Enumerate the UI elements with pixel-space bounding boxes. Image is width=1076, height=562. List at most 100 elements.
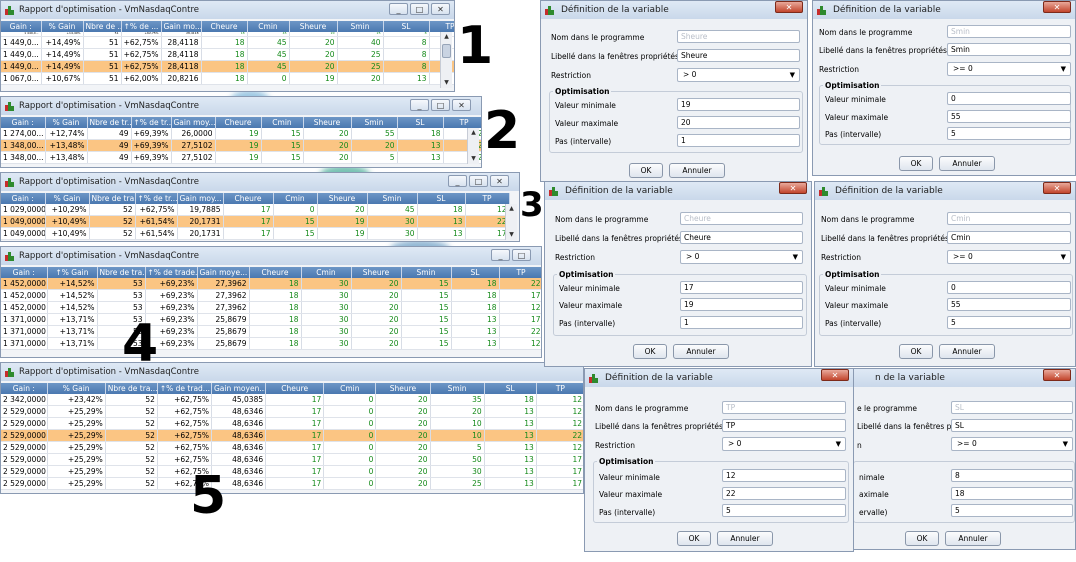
table-row[interactable]: 1 452,0000 +14,52% 53 +69,23% 27,3962 18 30 20 1… bbox=[1, 301, 541, 314]
step-field[interactable]: 5 bbox=[947, 316, 1071, 329]
column-header[interactable]: ↑% de ... bbox=[121, 21, 162, 32]
column-header[interactable]: Cheure bbox=[265, 383, 325, 394]
scroll-down-icon[interactable]: ▼ bbox=[506, 230, 517, 240]
name-field[interactable]: Cmin bbox=[947, 212, 1071, 225]
column-header[interactable]: Gain : bbox=[1, 267, 48, 278]
name-field[interactable]: Smin bbox=[947, 25, 1071, 38]
column-header[interactable]: TP bbox=[443, 117, 481, 128]
table-row[interactable]: 2 529,0000 +25,29% 52 +62,75% 48,6346 17 0 20 10… bbox=[1, 429, 583, 442]
ok-button[interactable]: OK bbox=[629, 163, 663, 178]
close-button[interactable]: ✕ bbox=[821, 369, 849, 381]
scroll-down-icon[interactable]: ▼ bbox=[441, 78, 452, 88]
restriction-select[interactable]: >= 0 ▼ bbox=[947, 250, 1071, 264]
step-field[interactable]: 5 bbox=[947, 127, 1071, 140]
column-header[interactable]: Gain mo... bbox=[161, 21, 202, 32]
column-header[interactable]: ↑% de trad... bbox=[157, 383, 213, 394]
vertical-scrollbar[interactable]: ▲ ▼ bbox=[440, 32, 452, 88]
column-header[interactable]: Gain moye... bbox=[197, 267, 250, 278]
table-row[interactable]: 2 342,0000 +23,42% 52 +62,75% 45,0385 17 0 20 35… bbox=[1, 394, 583, 406]
table-row[interactable]: 1 348,00... +13,48% 49 +69,39% 27,5102 19 15 20… bbox=[1, 151, 481, 164]
column-header[interactable]: TP bbox=[536, 383, 583, 394]
column-header[interactable]: Nbre de tra... bbox=[89, 193, 136, 204]
table-row[interactable]: 1 348,00... +13,48% 49 +69,39% 27,5102 19 15 20… bbox=[1, 139, 481, 152]
column-header[interactable]: % Gain bbox=[45, 193, 90, 204]
maximize-button[interactable]: □ bbox=[431, 99, 450, 111]
column-header[interactable]: % Gain bbox=[45, 117, 88, 128]
scroll-up-icon[interactable]: ▲ bbox=[506, 204, 517, 214]
column-header[interactable]: Nbre de tra... bbox=[105, 383, 158, 394]
minimize-button[interactable]: _ bbox=[410, 99, 429, 111]
min-field[interactable]: 12 bbox=[722, 469, 846, 482]
column-header[interactable]: Smin bbox=[351, 117, 398, 128]
min-field[interactable]: 0 bbox=[947, 281, 1071, 294]
name-field[interactable]: TP bbox=[722, 401, 846, 414]
column-header[interactable]: SL bbox=[484, 383, 537, 394]
restriction-select[interactable]: >= 0 ▼ bbox=[951, 437, 1073, 451]
close-button[interactable]: ✕ bbox=[452, 99, 471, 111]
table-row[interactable]: 1 449,0... +14,49% 51 +62,75% 28,4118 18 45 20 2… bbox=[1, 60, 454, 73]
table-row[interactable]: 1 371,0000 +13,71% 53 +69,23% 25,8679 18 30 20 1… bbox=[1, 313, 541, 326]
minimize-button[interactable]: _ bbox=[491, 249, 510, 261]
ok-button[interactable]: OK bbox=[633, 344, 667, 359]
close-button[interactable]: ✕ bbox=[779, 182, 807, 194]
vertical-scrollbar[interactable]: ▲ ▼ bbox=[467, 128, 479, 164]
maximize-button[interactable]: □ bbox=[410, 3, 429, 15]
column-header[interactable]: Gain moy... bbox=[177, 193, 224, 204]
column-header[interactable]: Cheure bbox=[223, 193, 274, 204]
column-header[interactable]: Cmin bbox=[273, 193, 318, 204]
cancel-button[interactable]: Annuler bbox=[673, 344, 729, 359]
table-row[interactable]: 2 529,0000 +25,29% 52 +62,75% 48,6346 17 0 20 30… bbox=[1, 465, 583, 478]
name-field[interactable]: SL bbox=[951, 401, 1073, 414]
table-row[interactable]: 1 049,0000 +10,49% 52 +61,54% 20,1731 17 15 19 3… bbox=[1, 227, 510, 240]
column-header[interactable]: Nbre de tra... bbox=[97, 267, 146, 278]
libelle-field[interactable]: Sheure bbox=[677, 49, 800, 62]
scroll-thumb[interactable] bbox=[442, 44, 451, 58]
column-header[interactable]: ↑% de tr... bbox=[135, 193, 178, 204]
close-button[interactable]: ✕ bbox=[431, 3, 450, 15]
table-row[interactable]: 2 529,0000 +25,29% 52 +62,75% 48,6346 17 0 20 20… bbox=[1, 405, 583, 418]
max-field[interactable]: 22 bbox=[722, 487, 846, 500]
column-header[interactable]: Gain moy... bbox=[171, 117, 216, 128]
max-field[interactable]: 55 bbox=[947, 298, 1071, 311]
column-header[interactable]: Nbre de ... bbox=[83, 21, 122, 32]
column-header[interactable]: SL bbox=[451, 267, 500, 278]
restriction-select[interactable]: > 0 ▼ bbox=[722, 437, 846, 451]
column-header[interactable]: Gain : bbox=[1, 383, 48, 394]
cancel-button[interactable]: Annuler bbox=[939, 156, 995, 171]
column-header[interactable]: Cmin bbox=[301, 267, 352, 278]
column-header[interactable]: ↑% de trade... bbox=[145, 267, 198, 278]
column-header[interactable]: % Gain bbox=[41, 21, 84, 32]
cancel-button[interactable]: Annuler bbox=[669, 163, 725, 178]
table-row[interactable]: 1 029,0000 +10,29% 52 +62,75% 19,7885 17 0 20 45… bbox=[1, 204, 510, 216]
cancel-button[interactable]: Annuler bbox=[717, 531, 773, 546]
ok-button[interactable]: OK bbox=[899, 344, 933, 359]
scroll-up-icon[interactable]: ▲ bbox=[441, 32, 452, 42]
table-row[interactable]: 1 449,0... +14,49% 51 +62,75% 28,4118 18 45 20 4… bbox=[1, 36, 454, 49]
column-header[interactable]: TP bbox=[465, 193, 510, 204]
max-field[interactable]: 19 bbox=[680, 298, 803, 311]
minimize-button[interactable]: _ bbox=[389, 3, 408, 15]
min-field[interactable]: 19 bbox=[677, 98, 800, 111]
min-field[interactable]: 8 bbox=[951, 469, 1073, 482]
table-row[interactable]: 1 452,0000 +14,52% 53 +69,23% 27,3962 18 30 20 1… bbox=[1, 278, 541, 290]
column-header[interactable]: TP bbox=[499, 267, 541, 278]
max-field[interactable]: 18 bbox=[951, 487, 1073, 500]
column-header[interactable]: Smin bbox=[401, 267, 452, 278]
column-header[interactable]: Sheure bbox=[289, 21, 338, 32]
table-row[interactable]: 2 529,0000 +25,29% 52 +62,75% 48,6346 17 0 20 10… bbox=[1, 417, 583, 430]
name-field[interactable]: Sheure bbox=[677, 30, 800, 43]
table-row[interactable]: 1 049,0000 +10,49% 52 +61,54% 20,1731 17 15 19 3… bbox=[1, 215, 510, 228]
table-row[interactable]: 2 529,0000 +25,29% 52 +62,75% 48,6346 17 0 20 50… bbox=[1, 453, 583, 466]
column-header[interactable]: Smin bbox=[430, 383, 485, 394]
column-header[interactable]: Cheure bbox=[249, 267, 302, 278]
table-row[interactable]: 1 452,0000 +14,52% 53 +69,23% 27,3962 18 30 20 1… bbox=[1, 289, 541, 302]
column-header[interactable]: Smin bbox=[367, 193, 418, 204]
column-header[interactable]: ↑% Gain bbox=[47, 267, 98, 278]
column-header[interactable]: Sheure bbox=[375, 383, 431, 394]
ok-button[interactable]: OK bbox=[905, 531, 939, 546]
column-header[interactable]: Cmin bbox=[323, 383, 377, 394]
restriction-select[interactable]: >= 0 ▼ bbox=[947, 62, 1071, 76]
close-button[interactable]: ✕ bbox=[1043, 182, 1071, 194]
minimize-button[interactable]: _ bbox=[448, 175, 467, 187]
table-row[interactable]: 1 274,00... +12,74% 49 +69,39% 26,0000 19 15 20… bbox=[1, 128, 481, 140]
